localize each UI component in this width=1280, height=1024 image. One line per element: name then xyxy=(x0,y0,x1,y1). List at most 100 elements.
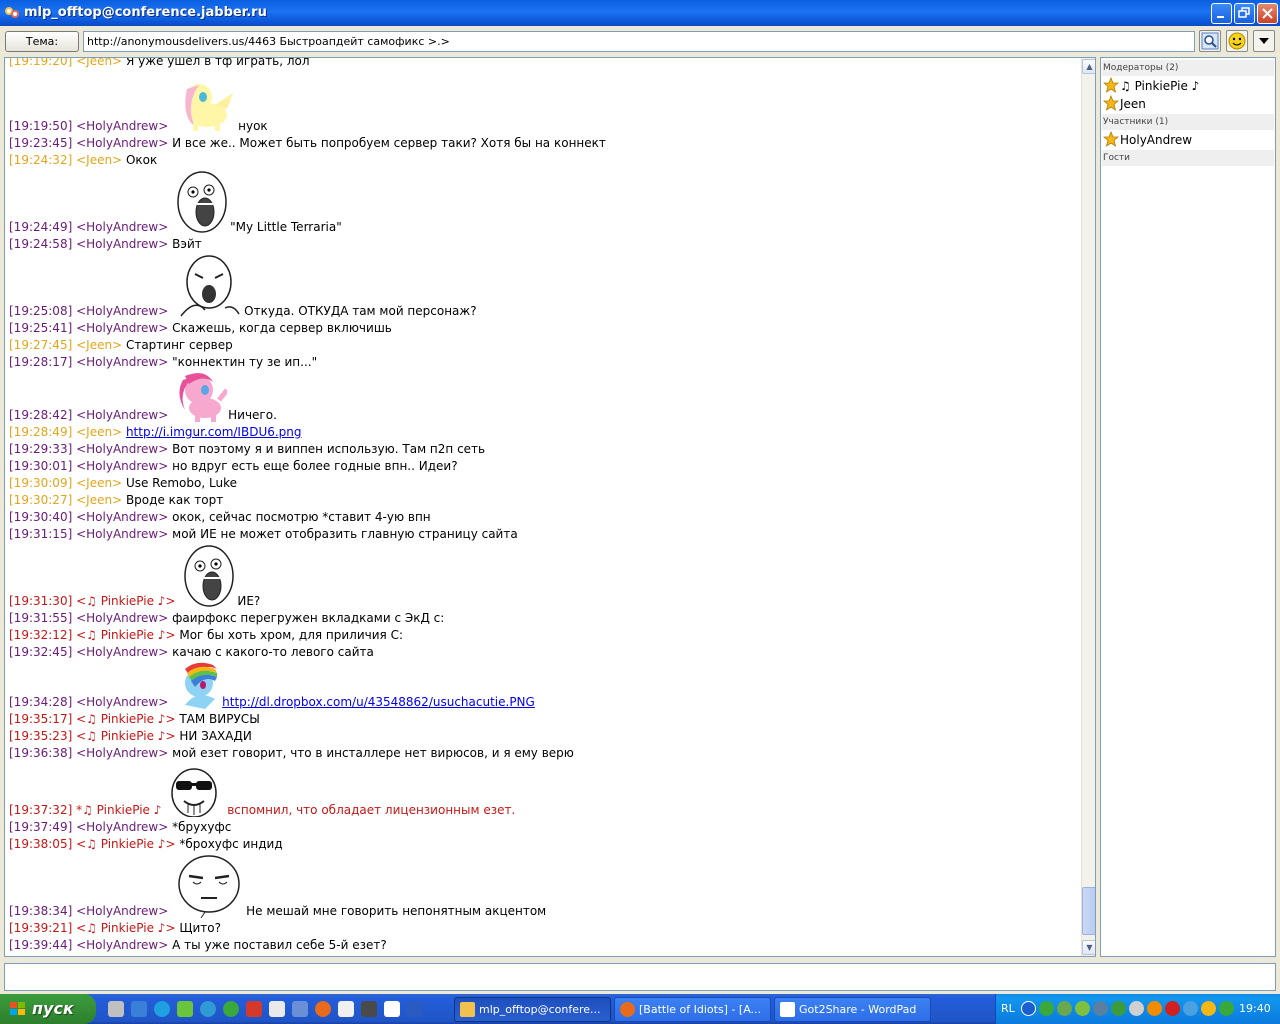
message-nick[interactable]: <HolyAndrew> xyxy=(76,904,168,918)
start-button[interactable]: пуск xyxy=(0,994,96,1024)
message-nick[interactable]: <HolyAndrew> xyxy=(76,820,168,834)
message-nick[interactable]: <HolyAndrew> xyxy=(76,459,168,473)
message-nick[interactable]: <♫ PinkiePie ♪> xyxy=(76,921,175,935)
message-nick[interactable]: <♫ PinkiePie ♪> xyxy=(76,837,175,851)
topic-field[interactable]: http://anonymousdelivers.us/4463 Быстроа… xyxy=(83,31,1195,52)
message-nick[interactable]: <♫ PinkiePie ♪> xyxy=(76,628,175,642)
message-nick[interactable]: <HolyAndrew> xyxy=(76,645,168,659)
roster-item-jeen[interactable]: Jeen xyxy=(1103,95,1146,113)
chat-message: [19:28:49] <Jeen> http://i.imgur.com/IBD… xyxy=(9,424,302,441)
message-nick[interactable]: <HolyAndrew> xyxy=(76,510,168,524)
message-time: [19:35:17] xyxy=(9,712,73,726)
quicklaunch-app-icon[interactable] xyxy=(108,1001,124,1017)
message-time: [19:24:49] xyxy=(9,220,73,234)
tray-app-icon[interactable] xyxy=(1075,1001,1090,1016)
tray-app-icon[interactable] xyxy=(1057,1001,1072,1016)
antivirus-icon[interactable] xyxy=(1165,1001,1180,1016)
quicklaunch-app-icon[interactable] xyxy=(200,1001,216,1017)
quicklaunch-app-icon[interactable] xyxy=(246,1001,262,1017)
message-nick[interactable]: <Jeen> xyxy=(76,425,122,439)
topic-button[interactable]: Тема: xyxy=(5,31,79,52)
wordpad-icon xyxy=(780,1002,795,1017)
message-nick[interactable]: <HolyAndrew> xyxy=(76,220,168,234)
quicklaunch-app-icon[interactable] xyxy=(384,1001,400,1017)
message-input[interactable] xyxy=(4,963,1276,991)
tray-app-icon[interactable] xyxy=(1201,1001,1216,1016)
skype-icon[interactable] xyxy=(154,1001,170,1017)
firefox-icon[interactable] xyxy=(315,1001,331,1017)
message-nick[interactable]: <HolyAndrew> xyxy=(76,119,168,133)
message-text: НИ ЗАХАДИ xyxy=(179,729,252,743)
scroll-down-button[interactable]: ▼ xyxy=(1082,940,1095,955)
message-nick[interactable]: <HolyAndrew> xyxy=(76,136,168,150)
group-participants[interactable]: Участники (1) xyxy=(1102,114,1274,130)
chat-log[interactable]: [19:19:20] <Jeen> Я уже ушел в тф играть… xyxy=(4,57,1096,957)
participant-roster[interactable]: Модераторы (2) ♫ PinkiePie ♪ Jeen Участн… xyxy=(1100,57,1276,957)
close-button[interactable] xyxy=(1257,3,1278,24)
utorrent-icon[interactable] xyxy=(1039,1001,1054,1016)
group-moderators[interactable]: Модераторы (2) xyxy=(1102,60,1274,76)
quicklaunch-app-icon[interactable] xyxy=(269,1001,285,1017)
title-bar[interactable]: mlp_offtop@conference.jabber.ru xyxy=(0,0,1280,26)
roster-item-pinkiepie[interactable]: ♫ PinkiePie ♪ xyxy=(1103,77,1199,95)
message-nick[interactable]: <Jeen> xyxy=(76,493,122,507)
taskbar-item-chat[interactable]: mlp_offtop@confere... xyxy=(454,997,611,1022)
message-nick[interactable]: <HolyAndrew> xyxy=(76,321,168,335)
quicklaunch-app-icon[interactable] xyxy=(292,1001,308,1017)
quicklaunch-app-icon[interactable] xyxy=(361,1001,377,1017)
message-nick[interactable]: <Jeen> xyxy=(76,153,122,167)
language-indicator[interactable]: RL xyxy=(1001,1002,1015,1015)
message-nick[interactable]: <♫ PinkiePie ♪> xyxy=(76,712,175,726)
menu-dropdown-button[interactable] xyxy=(1253,30,1275,52)
message-nick[interactable]: <♫ PinkiePie ♪> xyxy=(76,594,175,608)
chat-message: [19:30:27] <Jeen> Вроде как торт xyxy=(9,492,223,509)
message-nick[interactable]: <HolyAndrew> xyxy=(76,938,168,952)
chat-message: [19:25:08] <HolyAndrew> Откуда. ОТКУДА т… xyxy=(9,303,477,320)
message-nick[interactable]: <HolyAndrew> xyxy=(76,527,168,541)
chat-message: [19:35:17] <♫ PinkiePie ♪> ТАМ ВИРУСЫ xyxy=(9,711,260,728)
message-text: фаирфокс перегружен вкладками с ЭкД с: xyxy=(172,611,445,625)
message-nick[interactable]: <Jeen> xyxy=(76,338,122,352)
message-link[interactable]: http://i.imgur.com/IBDU6.png xyxy=(126,425,302,439)
message-nick[interactable]: <HolyAndrew> xyxy=(76,611,168,625)
message-nick[interactable]: <Jeen> xyxy=(76,58,122,68)
message-nick[interactable]: <HolyAndrew> xyxy=(76,442,168,456)
tray-app-icon[interactable] xyxy=(1147,1001,1162,1016)
message-time: [19:19:50] xyxy=(9,119,73,133)
quicklaunch-app-icon[interactable] xyxy=(177,1001,193,1017)
expand-tray-icon[interactable] xyxy=(1021,1001,1036,1016)
taskbar-item-wordpad[interactable]: Got2Share - WordPad xyxy=(774,997,931,1022)
message-nick[interactable]: <HolyAndrew> xyxy=(76,304,168,318)
utorrent-icon[interactable] xyxy=(223,1001,239,1017)
tray-app-icon[interactable] xyxy=(1219,1001,1234,1016)
message-text: И все же.. Может быть попробуем сервер т… xyxy=(172,136,606,150)
chat-message: [19:29:33] <HolyAndrew> Вот поэтому я и … xyxy=(9,441,485,458)
search-button[interactable] xyxy=(1199,30,1221,52)
scroll-up-button[interactable]: ▲ xyxy=(1082,59,1095,74)
roster-item-holyandrew[interactable]: HolyAndrew xyxy=(1103,131,1192,149)
message-link[interactable]: http://dl.dropbox.com/u/43548862/usuchac… xyxy=(222,695,535,709)
quicklaunch-app-icon[interactable] xyxy=(131,1001,147,1017)
chat-scrollbar[interactable]: ▲ ▼ xyxy=(1081,58,1095,956)
tray-app-icon[interactable] xyxy=(1183,1001,1198,1016)
message-nick[interactable]: <Jeen> xyxy=(76,476,122,490)
message-nick[interactable]: <HolyAndrew> xyxy=(76,695,168,709)
tray-app-icon[interactable] xyxy=(1129,1001,1144,1016)
restore-button[interactable] xyxy=(1234,3,1255,24)
message-nick[interactable]: <HolyAndrew> xyxy=(76,355,168,369)
group-guests[interactable]: Гости xyxy=(1102,150,1274,166)
message-nick[interactable]: <HolyAndrew> xyxy=(76,746,168,760)
scroll-thumb[interactable] xyxy=(1082,887,1095,935)
message-nick[interactable]: <♫ PinkiePie ♪> xyxy=(76,729,175,743)
taskbar-item-label: Got2Share - WordPad xyxy=(799,1003,917,1016)
tray-app-icon[interactable] xyxy=(1093,1001,1108,1016)
message-nick[interactable]: *♫ PinkiePie ♪ xyxy=(76,803,161,817)
message-nick[interactable]: <HolyAndrew> xyxy=(76,408,168,422)
taskbar-item-browser[interactable]: [Battle of Idiots] - [A... xyxy=(614,997,771,1022)
tray-app-icon[interactable] xyxy=(1111,1001,1126,1016)
quicklaunch-app-icon[interactable] xyxy=(407,1001,423,1017)
minimize-button[interactable] xyxy=(1211,3,1232,24)
quicklaunch-app-icon[interactable] xyxy=(338,1001,354,1017)
smiley-button[interactable] xyxy=(1226,30,1248,52)
message-nick[interactable]: <HolyAndrew> xyxy=(76,237,168,251)
